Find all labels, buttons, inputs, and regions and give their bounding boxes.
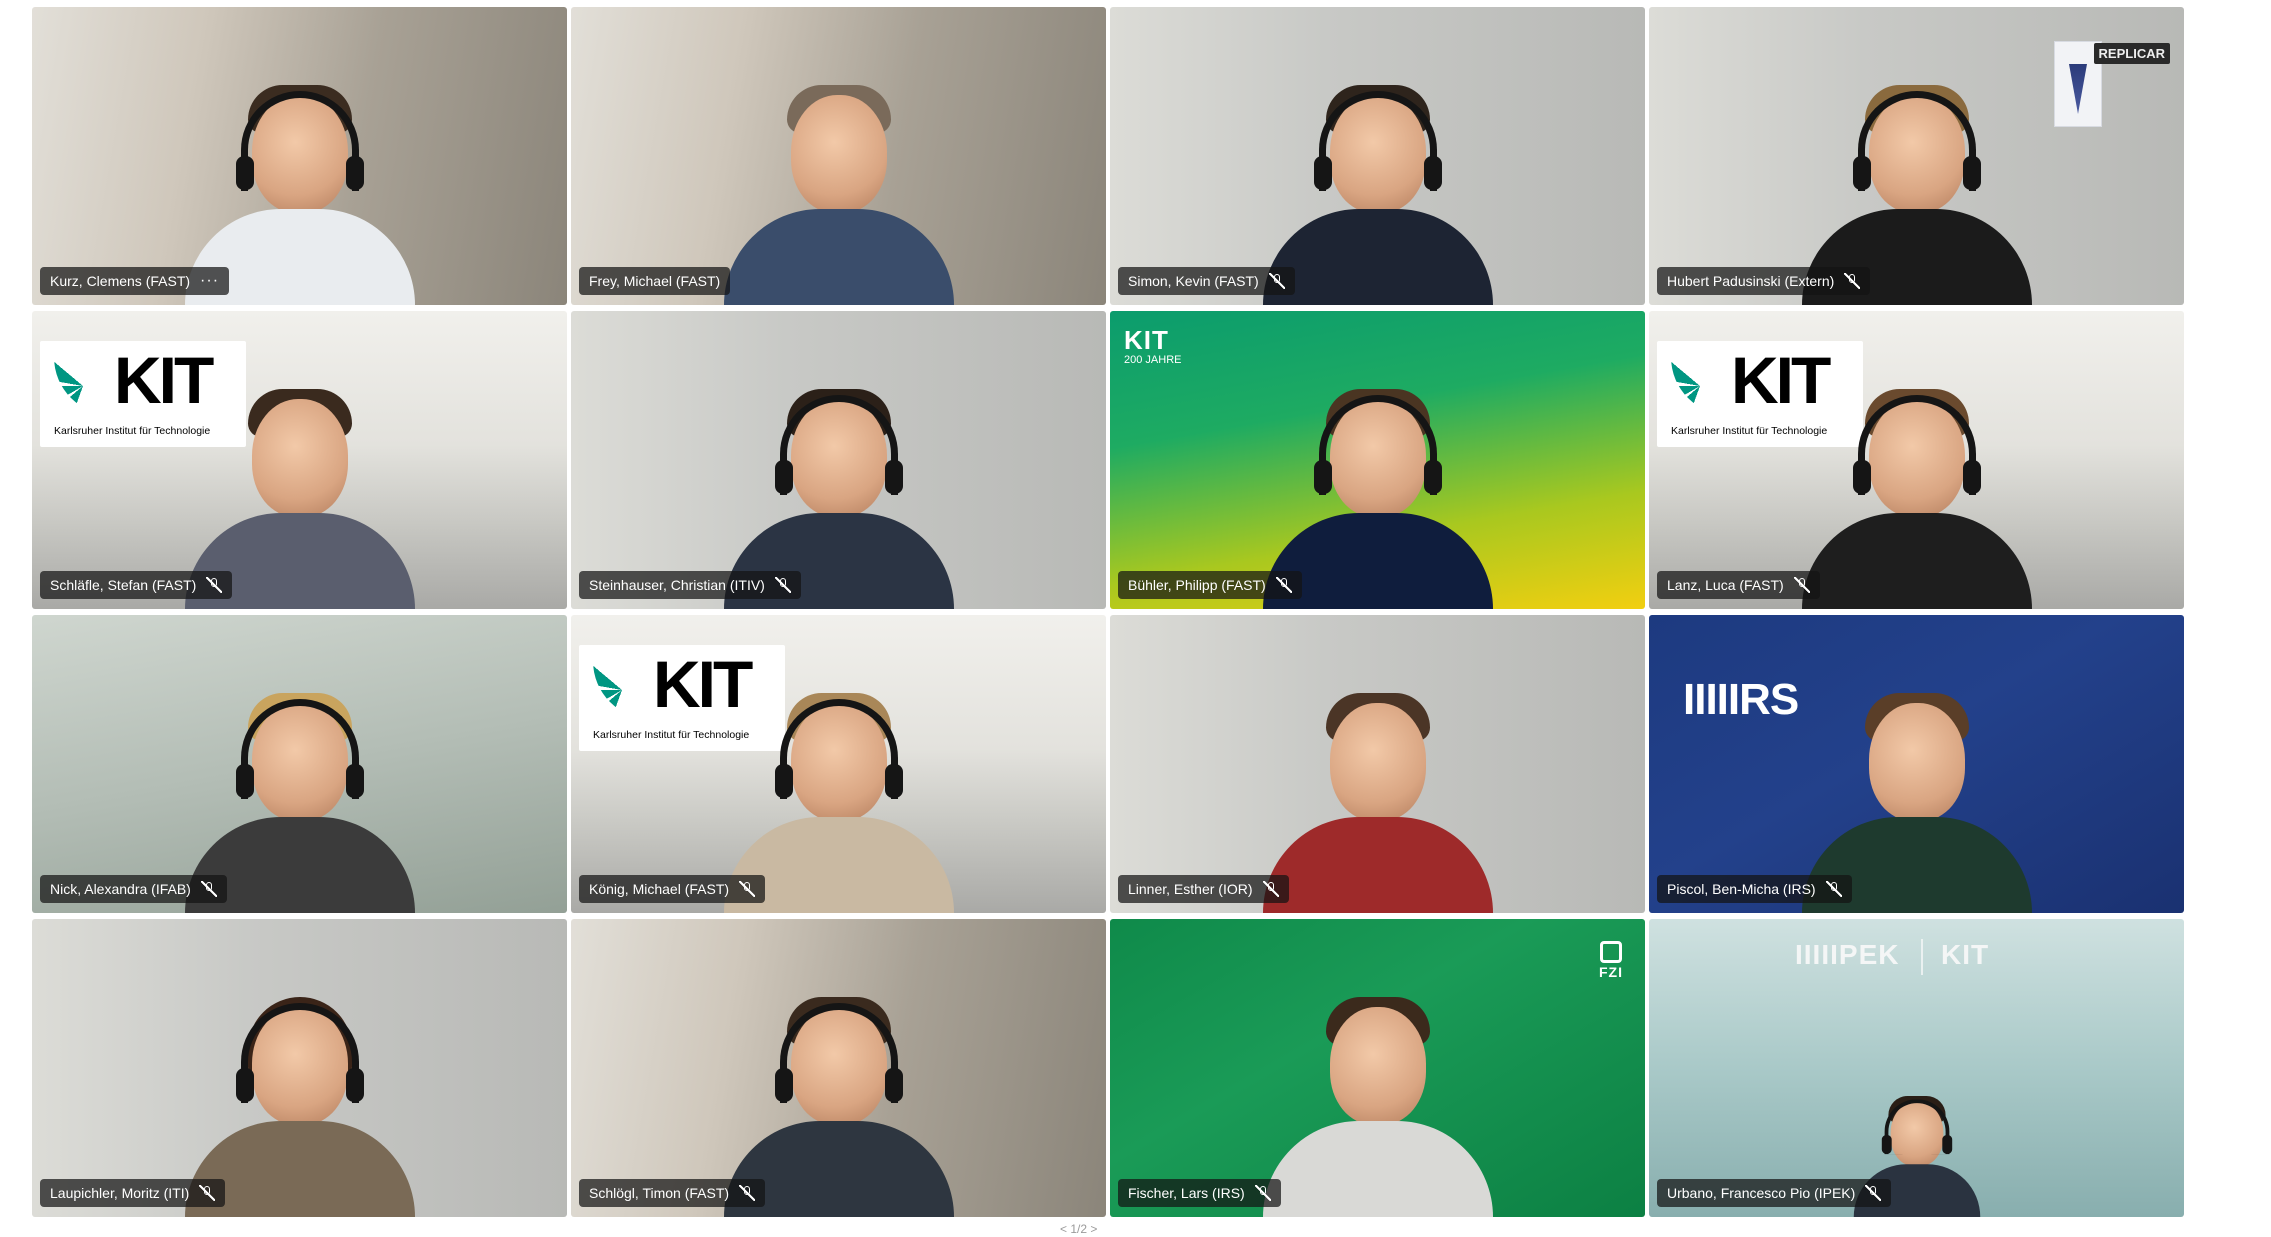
mic-muted-icon [206,577,223,593]
mic-muted-icon [1262,881,1279,897]
fzi-logo: FZI [1599,941,1623,980]
more-options-icon[interactable]: ··· [200,273,219,289]
participant-name-tag: Linner, Esther (IOR) [1118,875,1289,903]
participant-name: Schlögl, Timon (FAST) [589,1185,730,1201]
mic-muted-icon [199,1185,216,1201]
video-tile[interactable]: FZI Fischer, Lars (IRS) [1110,919,1645,1217]
video-tile[interactable]: KIT 200 JAHRE Bühler, Philipp (FAST) [1110,311,1645,609]
video-tile[interactable]: Frey, Michael (FAST) [571,7,1106,305]
kit-200-logo: KIT 200 JAHRE [1124,325,1182,366]
participant-video [723,55,954,305]
video-tile[interactable]: Nick, Alexandra (IFAB) [32,615,567,913]
participant-name: Laupichler, Moritz (ITI) [50,1185,190,1201]
participant-name: Kurz, Clemens (FAST) [50,273,191,289]
participant-name-tag: Hubert Padusinski (Extern) [1657,267,1871,295]
ipek-logo: IIIIIPEK [1795,939,1900,970]
mic-muted-icon [1844,273,1861,289]
participant-name-tag: Piscol, Ben-Micha (IRS) [1657,875,1852,903]
participant-name-tag: Bühler, Philipp (FAST) [1118,571,1302,599]
participant-video [1801,359,2032,609]
video-tile[interactable]: KIT Karlsruher Institut für Technologie … [32,311,567,609]
video-tile[interactable]: KIT Karlsruher Institut für Technologie … [571,615,1106,913]
video-tile[interactable]: Kurz, Clemens (FAST) ··· [32,7,567,305]
video-tile[interactable]: Laupichler, Moritz (ITI) [32,919,567,1217]
mic-muted-icon [739,881,756,897]
participant-name: Hubert Padusinski (Extern) [1667,273,1835,289]
participant-name: König, Michael (FAST) [589,881,730,897]
video-grid: Kurz, Clemens (FAST) ··· Frey, Michael (… [32,7,2184,1217]
video-tile[interactable]: Steinhauser, Christian (ITIV) [571,311,1106,609]
participant-video [1262,663,1493,913]
mic-muted-icon [1793,577,1810,593]
participant-video [1262,55,1493,305]
participant-name: Urbano, Francesco Pio (IPEK) [1667,1185,1856,1201]
participant-name-tag: König, Michael (FAST) [579,875,766,903]
participant-name-tag: Schläfle, Stefan (FAST) [40,571,233,599]
participant-name-tag: Steinhauser, Christian (ITIV) [579,571,801,599]
video-tile[interactable]: REPLICAR Hubert Padusinski (Extern) [1649,7,2184,305]
logo-divider [1921,939,1923,975]
mic-muted-icon [1268,273,1285,289]
scrollbar[interactable] [2255,0,2271,1237]
participant-name-tag: Urbano, Francesco Pio (IPEK) [1657,1179,1892,1207]
replicar-logo: REPLICAR [2093,43,2170,64]
participant-name: Steinhauser, Christian (ITIV) [589,577,765,593]
participant-name: Lanz, Luca (FAST) [1667,577,1784,593]
video-tile[interactable]: IIIIIPEK KIT Urbano, Francesco Pio (IPEK… [1649,919,2184,1217]
participant-video [1262,967,1493,1217]
participant-name-tag: Schlögl, Timon (FAST) [579,1179,766,1207]
mic-muted-icon [1825,881,1842,897]
video-tile[interactable]: Linner, Esther (IOR) [1110,615,1645,913]
participant-name: Linner, Esther (IOR) [1128,881,1253,897]
mic-muted-icon [1275,577,1292,593]
participant-name-tag: Lanz, Luca (FAST) [1657,571,1820,599]
participant-name-tag: Nick, Alexandra (IFAB) [40,875,227,903]
video-tile[interactable]: IIIIIRS Piscol, Ben-Micha (IRS) [1649,615,2184,913]
participant-name-tag: Kurz, Clemens (FAST) ··· [40,267,230,295]
participant-name: Bühler, Philipp (FAST) [1128,577,1266,593]
participant-name-tag: Simon, Kevin (FAST) [1118,267,1295,295]
participant-name: Simon, Kevin (FAST) [1128,273,1259,289]
mic-muted-icon [739,1185,756,1201]
participant-name: Schläfle, Stefan (FAST) [50,577,197,593]
mic-muted-icon [1254,1185,1271,1201]
participant-name: Nick, Alexandra (IFAB) [50,881,191,897]
video-tile[interactable]: KIT Karlsruher Institut für Technologie … [1649,311,2184,609]
participant-name-tag: Fischer, Lars (IRS) [1118,1179,1281,1207]
mic-muted-icon [774,577,791,593]
video-tile[interactable]: Simon, Kevin (FAST) [1110,7,1645,305]
irs-logo: IIIIIRS [1683,675,1799,724]
participant-name: Frey, Michael (FAST) [589,273,721,289]
mic-muted-icon [200,881,217,897]
participant-name: Fischer, Lars (IRS) [1128,1185,1245,1201]
participant-name: Piscol, Ben-Micha (IRS) [1667,881,1816,897]
page-indicator[interactable]: < 1/2 > [1060,1222,1097,1236]
mic-muted-icon [1865,1185,1882,1201]
video-tile[interactable]: Schlögl, Timon (FAST) [571,919,1106,1217]
kit-logo: KIT [1941,939,1990,970]
participant-name-tag: Frey, Michael (FAST) [579,267,731,295]
participant-name-tag: Laupichler, Moritz (ITI) [40,1179,226,1207]
